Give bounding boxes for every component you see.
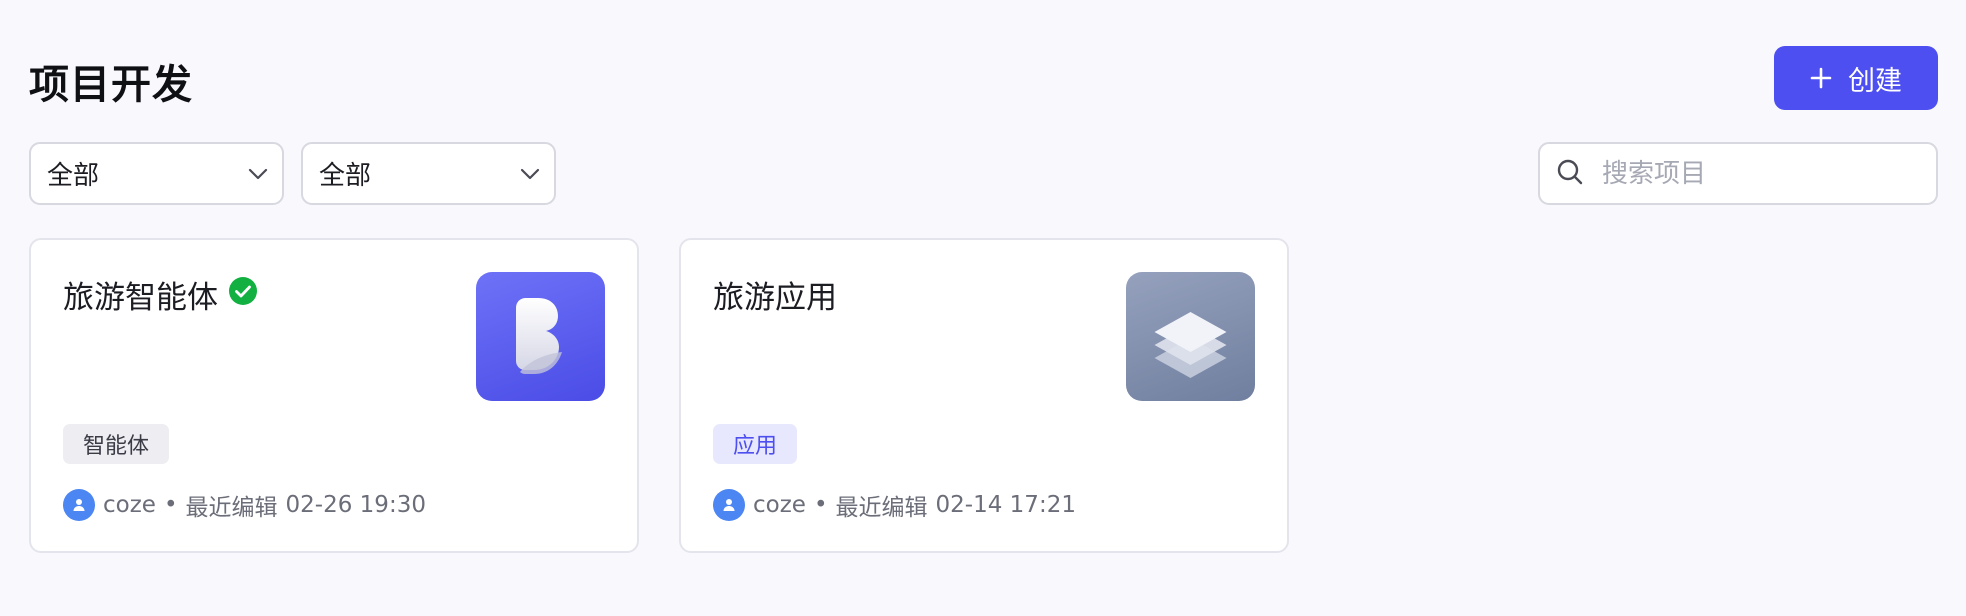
agent-logo-icon xyxy=(476,272,605,401)
project-card[interactable]: 旅游应用 应用 coze • 最近编辑 02-14 17:21 xyxy=(679,238,1289,553)
status-filter-select[interactable]: 全部 xyxy=(301,142,556,205)
search-input[interactable] xyxy=(1602,158,1922,189)
project-meta: coze • 最近编辑 02-14 17:21 xyxy=(713,488,1076,522)
owner-name: coze xyxy=(753,492,806,518)
plus-icon xyxy=(1810,67,1832,89)
project-title: 旅游智能体 xyxy=(63,280,218,316)
edited-time: 02-26 19:30 xyxy=(285,492,426,518)
project-type-tag: 应用 xyxy=(713,424,798,464)
page-title: 项目开发 xyxy=(29,62,193,108)
status-filter-value: 全部 xyxy=(319,161,372,191)
type-filter-select[interactable]: 全部 xyxy=(29,142,284,205)
edited-label: 最近编辑 xyxy=(835,495,928,521)
project-development-page: 项目开发 创建 全部 全部 旅游智能体 xyxy=(0,0,1966,616)
project-card[interactable]: 旅游智能体 智能体 coze • 最近编辑 02-26 19:30 xyxy=(29,238,639,553)
edited-time: 02-14 17:21 xyxy=(935,492,1076,518)
search-box xyxy=(1538,142,1938,205)
search-icon xyxy=(1556,158,1584,190)
project-type-tag: 智能体 xyxy=(63,424,170,464)
meta-separator: • xyxy=(163,492,178,518)
meta-separator: • xyxy=(813,492,828,518)
layers-icon xyxy=(1126,272,1255,401)
project-title: 旅游应用 xyxy=(713,280,837,316)
create-button-label: 创建 xyxy=(1848,65,1902,97)
check-circle-icon xyxy=(228,276,258,314)
avatar xyxy=(713,489,745,521)
type-filter-value: 全部 xyxy=(47,161,100,191)
chevron-down-icon xyxy=(248,168,268,180)
avatar xyxy=(63,489,95,521)
chevron-down-icon xyxy=(520,168,540,180)
create-button[interactable]: 创建 xyxy=(1774,46,1938,110)
project-title-row: 旅游智能体 xyxy=(63,272,258,317)
edited-label: 最近编辑 xyxy=(185,495,278,521)
owner-name: coze xyxy=(103,492,156,518)
project-meta: coze • 最近编辑 02-26 19:30 xyxy=(63,488,426,522)
project-title-row: 旅游应用 xyxy=(713,272,837,317)
